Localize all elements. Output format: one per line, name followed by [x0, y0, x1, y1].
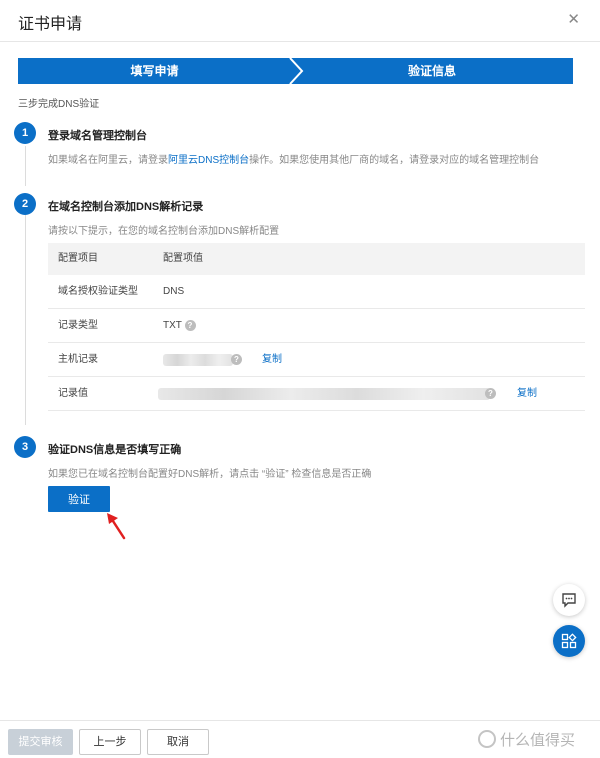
table-header-row: 配置项目 配置项值 — [48, 243, 585, 275]
dialog-title: 证书申请 — [18, 16, 83, 33]
watermark-logo-icon — [478, 730, 496, 748]
cancel-button[interactable]: 取消 — [147, 729, 209, 755]
table-row: 记录类型 TXT ? — [48, 309, 585, 343]
step-connector-line — [25, 215, 26, 425]
copy-host-record-button[interactable]: 复制 — [262, 343, 282, 377]
redacted-record-value — [158, 388, 490, 400]
row-label: 记录值 — [58, 388, 88, 399]
row-label: 记录类型 — [58, 320, 98, 331]
copy-record-value-button[interactable]: 复制 — [517, 377, 537, 411]
column-header-value: 配置项值 — [163, 253, 203, 264]
step3-title: 验证DNS信息是否填写正确 — [48, 444, 182, 456]
step1-description: 如果域名在阿里云，请登录阿里云DNS控制台操作。如果您使用其他厂商的域名，请登录… — [48, 151, 539, 166]
close-icon[interactable]: ✕ — [567, 10, 580, 28]
row-value: DNS — [163, 286, 185, 297]
redacted-host-record — [163, 354, 233, 366]
row-label: 主机记录 — [58, 354, 98, 365]
dns-config-table: 配置项目 配置项值 域名授权验证类型 DNS 记录类型 TXT ? 主机记录 ?… — [48, 243, 585, 411]
step-number-badge: 1 — [14, 122, 36, 144]
apps-grid-icon — [561, 633, 577, 649]
watermark: 什么值得买 — [478, 729, 575, 750]
page-subtitle: 三步完成DNS验证 — [18, 99, 100, 110]
step2-title: 在域名控制台添加DNS解析记录 — [48, 201, 204, 213]
apps-float-button[interactable] — [553, 625, 585, 657]
column-header-item: 配置项目 — [58, 253, 98, 264]
table-row: 记录值 ? 复制 — [48, 377, 585, 411]
verify-button[interactable]: 验证 — [48, 486, 110, 512]
step3-description: 如果您已在域名控制台配置好DNS解析，请点击 “验证” 检查信息是否正确 — [48, 469, 372, 480]
step-chevron-divider — [289, 58, 304, 84]
chat-icon — [562, 593, 576, 608]
step1-title: 登录域名管理控制台 — [48, 130, 147, 142]
step-number-badge: 2 — [14, 193, 36, 215]
table-row: 域名授权验证类型 DNS — [48, 275, 585, 309]
previous-step-button[interactable]: 上一步 — [79, 729, 141, 755]
step1-desc-text: 如果域名在阿里云，请登录 — [48, 155, 168, 166]
step-connector-line — [25, 146, 26, 186]
help-icon[interactable]: ? — [184, 319, 196, 331]
submit-review-button[interactable]: 提交审核 — [8, 729, 73, 755]
row-value: TXT ? — [163, 309, 196, 343]
table-row: 主机记录 ? 复制 — [48, 343, 585, 377]
help-icon[interactable]: ? — [231, 354, 242, 365]
record-type-value: TXT — [163, 320, 182, 331]
step-number-badge: 3 — [14, 436, 36, 458]
step-tab-verify-info: 验证信息 — [291, 58, 573, 84]
step1-desc-text-after: 操作。如果您使用其他厂商的域名，请登录对应的域名管理控制台 — [249, 155, 540, 166]
dialog-header: 证书申请 ✕ — [0, 0, 600, 42]
aliyun-dns-console-link[interactable]: 阿里云DNS控制台 — [168, 155, 249, 166]
step-tab-fill-application: 填写申请 — [18, 58, 291, 84]
row-label: 域名授权验证类型 — [58, 286, 138, 297]
red-arrow-annotation — [107, 513, 126, 540]
help-icon[interactable]: ? — [485, 388, 496, 399]
chat-float-button[interactable] — [553, 584, 585, 616]
watermark-text: 什么值得买 — [500, 732, 576, 749]
step2-description: 请按以下提示，在您的域名控制台添加DNS解析配置 — [48, 226, 280, 237]
steps-progress-bar: 填写申请 验证信息 — [18, 58, 573, 84]
